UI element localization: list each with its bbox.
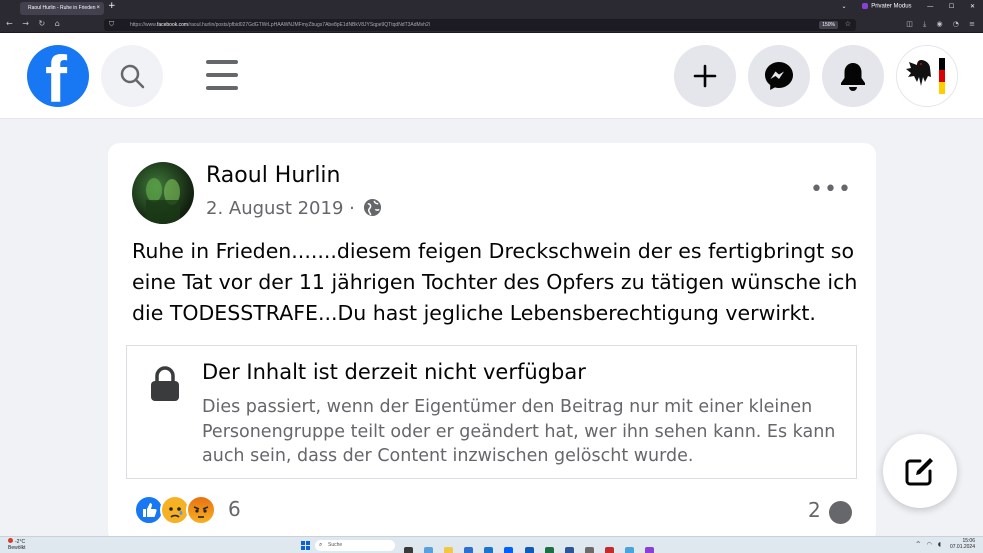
acrobat-icon[interactable] <box>604 547 614 553</box>
zoom-indicator[interactable]: 150% <box>819 21 838 29</box>
url-prefix: https://www. <box>130 22 157 28</box>
author-avatar[interactable] <box>132 162 194 224</box>
bell-icon <box>841 63 865 91</box>
dropbox-icon[interactable] <box>504 547 514 553</box>
nav-buttons: ← → ↻ ⌂ <box>6 19 67 28</box>
comment-bubble-icon[interactable] <box>829 501 852 524</box>
shield-icon[interactable]: ⛉ <box>109 20 114 29</box>
maximize-button[interactable]: ☐ <box>949 4 954 10</box>
taskbar-search-input[interactable]: ⌕ Suche <box>315 540 395 551</box>
window-controls: ⌄ Privater Modus — ☐ ✕ <box>828 3 975 10</box>
download-icon[interactable]: ⤓ <box>923 20 926 28</box>
menu-icon[interactable]: ≡ <box>969 20 975 28</box>
search-button[interactable] <box>101 45 163 107</box>
notifications-button[interactable] <box>822 45 884 107</box>
facebook-header: f <box>0 33 983 119</box>
search-icon <box>120 64 145 89</box>
angry-reaction-icon <box>186 495 216 525</box>
account-icon[interactable]: ◔ <box>953 20 959 28</box>
taskbar-search-icon: ⌕ <box>319 542 323 548</box>
reaction-count: 6 <box>228 497 241 521</box>
post-author-name[interactable]: Raoul Hurlin <box>206 163 341 188</box>
extension-icon[interactable]: ◉ <box>936 20 942 28</box>
tab-close-icon[interactable]: × <box>96 2 100 15</box>
eagle-flag-avatar-icon <box>906 58 945 94</box>
clock[interactable]: 15:06 07.01.2024 <box>950 538 975 550</box>
unavailable-content-box: Der Inhalt ist derzeit nicht verfügbar D… <box>126 345 857 479</box>
browser-tab[interactable]: Raoul Hurlin - Ruhe in Frieden × <box>20 2 104 15</box>
file-explorer-icon[interactable] <box>444 547 454 553</box>
windows-start-icon[interactable] <box>301 541 310 550</box>
browser-nav-bar: ← → ↻ ⌂ ⛉ https://www.facebook.com/raoul… <box>0 17 983 33</box>
close-window-button[interactable]: ✕ <box>970 4 975 10</box>
volume-icon[interactable]: ◖ <box>938 541 941 548</box>
windows-taskbar: -2°C Bewölkt ⌕ Suche ^ ◠ ◖ 15:06 07.01.2… <box>0 536 983 553</box>
weather-description: Bewölkt <box>8 545 26 551</box>
comment-count[interactable]: 2 <box>808 498 821 522</box>
forward-icon[interactable]: → <box>22 19 29 28</box>
firefox-icon[interactable] <box>645 547 655 553</box>
home-icon[interactable]: ⌂ <box>55 19 60 28</box>
app-icon[interactable] <box>625 547 635 553</box>
task-view-icon[interactable] <box>404 547 413 553</box>
tray-chevron-icon[interactable]: ^ <box>916 541 921 548</box>
author-photo-icon <box>146 178 180 224</box>
post-date-text: 2. August 2019 · <box>206 198 355 219</box>
weather-icon <box>8 538 13 543</box>
private-mode-indicator: Privater Modus <box>862 3 912 10</box>
facebook-logo-letter: f <box>45 45 67 107</box>
mail-icon[interactable] <box>484 547 494 553</box>
weather-widget[interactable]: -2°C Bewölkt <box>8 538 26 551</box>
url-path: /raoul.hurlin/posts/pfbid027GdGTWrLpHAAW… <box>188 22 430 28</box>
taskbar-apps <box>404 541 660 553</box>
address-bar[interactable]: ⛉ https://www.facebook.com/raoul.hurlin/… <box>104 19 856 31</box>
notes-icon[interactable] <box>584 547 594 553</box>
create-button[interactable] <box>674 45 736 107</box>
messenger-icon <box>765 62 793 90</box>
taskbar-search-placeholder: Suche <box>328 542 343 548</box>
widgets-icon[interactable] <box>424 547 434 553</box>
system-tray-icons: ^ ◠ ◖ <box>912 541 941 548</box>
word-icon[interactable] <box>564 547 574 553</box>
menu-hamburger-icon[interactable] <box>206 60 238 92</box>
reload-icon[interactable]: ↻ <box>39 19 46 28</box>
facebook-logo[interactable]: f <box>27 45 89 107</box>
messenger-button[interactable] <box>748 45 810 107</box>
url-domain: facebook.com <box>156 22 189 28</box>
bookmark-star-icon[interactable]: ☆ <box>845 20 851 28</box>
tab-list-icon[interactable]: ⌄ <box>842 4 847 10</box>
minimize-button[interactable]: — <box>927 4 933 10</box>
toolbar-icons: ◫ ⤓ ◉ ◔ ≡ <box>898 20 975 29</box>
private-mode-label: Privater Modus <box>871 4 912 10</box>
account-avatar-button[interactable] <box>896 45 958 107</box>
pocket-icon[interactable]: ◫ <box>906 20 913 28</box>
compose-icon <box>905 458 933 486</box>
new-tab-button[interactable]: + <box>108 1 116 11</box>
post-card: Raoul Hurlin 2. August 2019 · ••• Ruhe i… <box>108 143 876 543</box>
browser-tab-bar: Raoul Hurlin - Ruhe in Frieden × + ⌄ Pri… <box>0 0 983 17</box>
private-mode-icon <box>862 3 869 10</box>
post-text: Ruhe in Frieden.......diesem feigen Drec… <box>132 239 858 325</box>
excel-icon[interactable] <box>544 547 554 553</box>
back-icon[interactable]: ← <box>6 19 13 28</box>
unavailable-title: Der Inhalt ist derzeit nicht verfügbar <box>202 360 586 384</box>
more-options-icon[interactable]: ••• <box>810 177 852 202</box>
clock-date: 07.01.2024 <box>949 544 975 550</box>
outlook-icon[interactable] <box>524 547 534 553</box>
compose-message-button[interactable] <box>883 434 957 508</box>
unavailable-description: Dies passiert, wenn der Eigentümer den B… <box>202 397 836 466</box>
lock-icon <box>151 366 179 401</box>
tab-title: Raoul Hurlin - Ruhe in Frieden <box>28 5 96 11</box>
plus-icon <box>693 64 717 88</box>
url-text[interactable]: https://www.facebook.com/raoul.hurlin/po… <box>130 19 430 31</box>
store-icon[interactable] <box>464 547 474 553</box>
network-icon[interactable]: ◠ <box>927 541 932 548</box>
globe-icon <box>363 198 382 222</box>
post-date[interactable]: 2. August 2019 · <box>206 198 382 222</box>
